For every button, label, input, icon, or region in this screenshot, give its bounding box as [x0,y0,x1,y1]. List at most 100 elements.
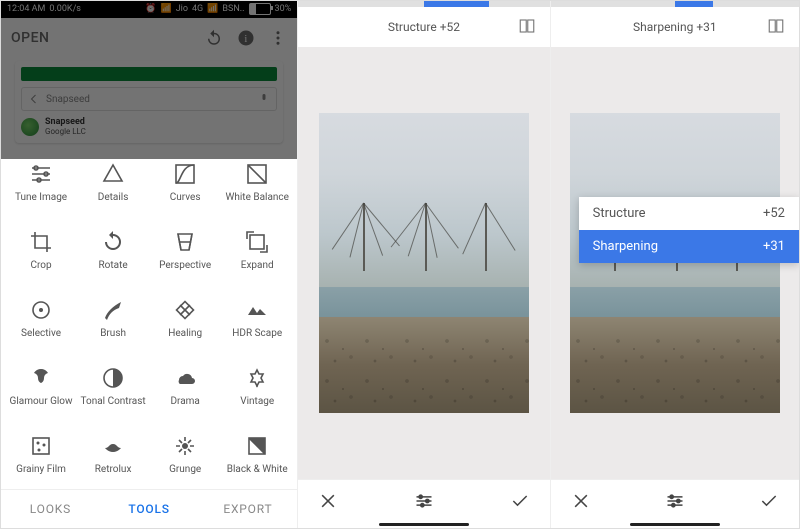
tool-perspective[interactable]: Perspective [149,217,221,283]
edit-header: Sharpening +31 [551,7,799,47]
wb-icon [245,162,269,186]
compare-icon[interactable] [767,17,785,35]
signal-icon: 📶 [160,4,171,14]
status-time: 12:04 AM [7,4,45,14]
menu-row-name: Structure [593,206,646,221]
menu-row-sharpening[interactable]: Sharpening+31 [579,230,799,263]
grainy-icon [29,434,53,458]
tool-expand[interactable]: Expand [221,217,293,283]
tool-retro[interactable]: Retrolux [77,421,149,487]
status-speed: 0.00K/s [49,4,81,14]
tonal-icon [101,366,125,390]
compare-icon[interactable] [518,17,536,35]
tool-label: Glamour Glow [10,396,73,407]
tool-grunge[interactable]: Grunge [149,421,221,487]
tool-selective[interactable]: Selective [5,285,77,351]
adjust-icon[interactable] [665,491,685,511]
expand-icon [245,230,269,254]
edit-bottom-bar [298,479,549,522]
tool-label: Rotate [99,260,128,271]
tool-tonal[interactable]: Tonal Contrast [77,353,149,419]
close-icon[interactable] [318,491,338,511]
tool-hdr[interactable]: HDR Scape [221,285,293,351]
tool-label: Crop [30,260,51,271]
back-icon [28,93,40,105]
phone-tools: 12:04 AM 0.00K/s ⏰ 📶 Jio 4G 📶 BSN.. 30% … [1,1,298,528]
home-indicator [298,522,549,528]
tool-tune[interactable]: Tune Image [5,149,77,215]
tool-grid: Tune Image Details Curves White Balance Crop… [1,147,297,489]
vintage-icon [245,366,269,390]
tab-export[interactable]: EXPORT [199,490,298,528]
tool-details[interactable]: Details [77,149,149,215]
tab-tools[interactable]: TOOLS [100,490,199,528]
tool-crop[interactable]: Crop [5,217,77,283]
canvas[interactable]: Structure +52 Sharpening+31 [551,47,799,479]
tool-healing[interactable]: Healing [149,285,221,351]
drama-icon [173,366,197,390]
check-icon[interactable] [510,491,530,511]
open-button[interactable]: OPEN [11,30,49,46]
param-menu: Structure +52 Sharpening+31 [579,197,799,263]
tool-label: Details [98,192,129,203]
play-header [21,67,277,81]
tool-vintage[interactable]: Vintage [221,353,293,419]
tool-glow[interactable]: Glamour Glow [5,353,77,419]
adjust-icon[interactable] [414,491,434,511]
menu-row-structure[interactable]: Structure +52 [579,197,799,230]
check-icon[interactable] [759,491,779,511]
info-icon[interactable]: i [237,29,255,47]
close-icon[interactable] [571,491,591,511]
tool-label: Grainy Film [16,464,66,475]
tool-drama[interactable]: Drama [149,353,221,419]
tool-label: Drama [170,396,199,407]
tool-label: Brush [100,328,126,339]
app-bar: OPEN i [1,18,297,57]
play-app-meta: Snapseed Google LLC [45,117,86,137]
menu-row-val: +52 [763,206,785,221]
brush-icon [101,298,125,322]
edit-param: Sharpening [633,20,693,34]
tool-label: White Balance [225,192,288,203]
hdr-icon [245,298,269,322]
edit-header: Structure +52 [298,7,549,47]
bw-icon [245,434,269,458]
canvas[interactable] [298,47,549,479]
play-app-item[interactable]: Snapseed Google LLC [21,117,277,137]
tab-looks[interactable]: LOOKS [1,490,100,528]
play-app-name: Snapseed [45,117,85,127]
alarm-icon: ⏰ [145,4,156,14]
svg-text:i: i [245,33,248,44]
tool-brush[interactable]: Brush [77,285,149,351]
edit-value: +52 [440,20,460,34]
phone-sharpening: Sharpening +31 Structure +52 Sharpening+31 [551,1,799,528]
tool-grainy[interactable]: Grainy Film [5,421,77,487]
tune-icon [29,162,53,186]
status-bar: 12:04 AM 0.00K/s ⏰ 📶 Jio 4G 📶 BSN.. 30% [1,1,297,18]
tool-label: Retrolux [95,464,132,475]
tool-label: Selective [21,328,61,339]
tool-bw[interactable]: Black & White [221,421,293,487]
tool-label: Curves [170,192,201,203]
battery-icon [249,3,271,15]
undo-icon[interactable] [205,29,223,47]
photo [319,113,529,413]
bottom-tabs: LOOKS TOOLS EXPORT [1,489,297,528]
tool-label: Tune Image [15,192,67,203]
tool-wb[interactable]: White Balance [221,149,293,215]
playstore-card: Snapseed Snapseed Google LLC [15,61,283,143]
tool-label: Healing [168,328,202,339]
tool-rotate[interactable]: Rotate [77,217,149,283]
tool-label: Expand [241,260,274,271]
home-indicator [551,522,799,528]
play-search[interactable]: Snapseed [21,87,277,111]
edit-value: +31 [696,20,716,34]
more-icon[interactable] [269,29,287,47]
photo [570,113,780,413]
tool-curves[interactable]: Curves [149,149,221,215]
status-battery: 30% [275,4,292,14]
edit-param: Structure [388,20,437,34]
tool-label: HDR Scape [232,328,282,339]
tool-label: Perspective [159,260,211,271]
play-search-text: Snapseed [46,94,252,105]
